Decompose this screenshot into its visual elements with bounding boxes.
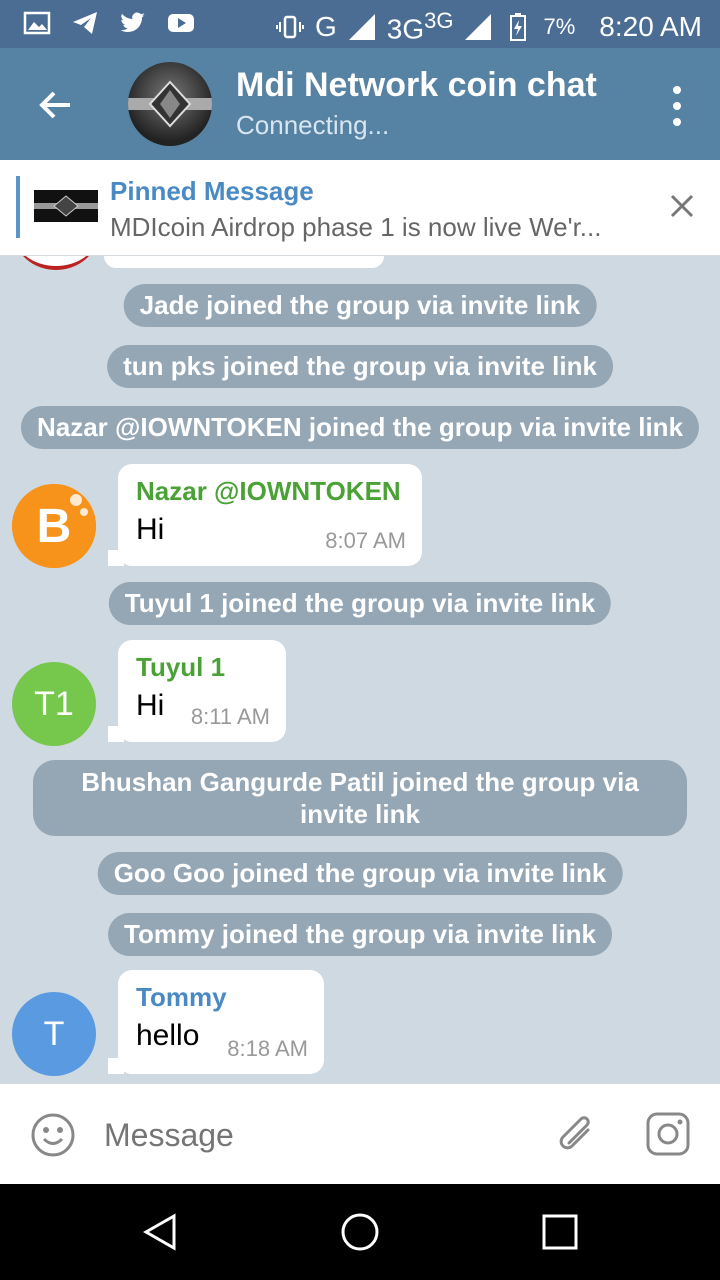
battery-charging-icon: [510, 12, 527, 41]
pinned-thumbnail: [34, 190, 98, 222]
pinned-accent-bar: [16, 176, 20, 238]
message-time: 8:18 AM: [227, 1036, 308, 1061]
bubble-tail: [108, 550, 124, 566]
emoji-icon[interactable]: [30, 1112, 76, 1158]
gallery-icon: [23, 11, 51, 35]
bubble-tail: [108, 726, 124, 742]
message-bubble[interactable]: Tommy hello 8:18 AM: [118, 970, 324, 1074]
message-composer: [0, 1084, 720, 1184]
chat-status: Connecting...: [236, 110, 390, 140]
service-message: Bhushan Gangurde Patil joined the group …: [33, 760, 687, 836]
close-icon[interactable]: [664, 188, 700, 224]
pinned-message[interactable]: Pinned Message MDIcoin Airdrop phase 1 i…: [0, 160, 720, 256]
camera-icon[interactable]: [644, 1110, 692, 1158]
clock: 8:20 AM: [599, 10, 702, 42]
message-time: 8:07 AM: [325, 528, 406, 553]
service-message: Jade joined the group via invite link: [123, 284, 597, 327]
sender-name[interactable]: Tommy: [136, 982, 306, 1013]
avatar-bitcoin[interactable]: B: [12, 484, 96, 568]
message-input[interactable]: [104, 1112, 524, 1158]
attachment-icon[interactable]: [552, 1110, 602, 1160]
sender-name[interactable]: Nazar @IOWNTOKEN: [136, 476, 404, 507]
nav-back-icon[interactable]: [138, 1210, 182, 1254]
nav-home-icon[interactable]: [338, 1210, 382, 1254]
avatar-initials[interactable]: T1: [12, 662, 96, 746]
mdi-logo-icon: [128, 80, 212, 128]
status-bar: G 3G3G 7% 8:20 AM: [0, 0, 720, 48]
pinned-text: MDIcoin Airdrop phase 1 is now live We'r…: [110, 212, 602, 242]
network-type-2: 3G3G: [386, 8, 454, 45]
sender-name[interactable]: Tuyul 1: [136, 652, 268, 683]
message-bubble[interactable]: Nazar @IOWNTOKEN Hi 8:07 AM: [118, 464, 422, 566]
message-list[interactable]: Jade joined the group via invite link tu…: [0, 256, 720, 1084]
svg-text:B: B: [37, 500, 72, 553]
partial-message: [104, 256, 384, 268]
bubble-tail: [108, 1058, 124, 1074]
system-nav-bar: [0, 1184, 720, 1280]
service-message: Goo Goo joined the group via invite link: [97, 852, 623, 895]
back-arrow-icon[interactable]: [30, 80, 80, 130]
service-message: Tuyul 1 joined the group via invite link: [108, 582, 612, 625]
message-time: 8:11 AM: [190, 704, 270, 729]
youtube-icon: [168, 14, 194, 32]
bitcoin-icon: B: [12, 484, 96, 568]
service-message: Nazar @IOWNTOKEN joined the group via in…: [20, 406, 700, 449]
telegram-icon: [73, 12, 97, 34]
chat-title[interactable]: Mdi Network coin chat: [236, 66, 597, 105]
battery-level: 7%: [543, 13, 576, 39]
network-type: G: [314, 10, 337, 42]
avatar-initials[interactable]: T: [12, 992, 96, 1076]
nav-recents-icon[interactable]: [540, 1212, 580, 1252]
signal-icon-2: [465, 13, 492, 40]
group-avatar[interactable]: [128, 62, 212, 146]
more-vert-icon[interactable]: [670, 84, 684, 128]
twitter-icon: [120, 12, 145, 33]
vibrate-icon: [275, 15, 304, 38]
pinned-title: Pinned Message: [110, 176, 314, 206]
partial-avatar: [14, 256, 98, 270]
service-message: tun pks joined the group via invite link: [107, 345, 613, 388]
message-bubble[interactable]: Tuyul 1 Hi 8:11 AM: [118, 640, 286, 742]
service-message: Tommy joined the group via invite link: [108, 913, 612, 956]
signal-icon: [348, 13, 375, 40]
chat-header: Mdi Network coin chat Connecting...: [0, 48, 720, 160]
